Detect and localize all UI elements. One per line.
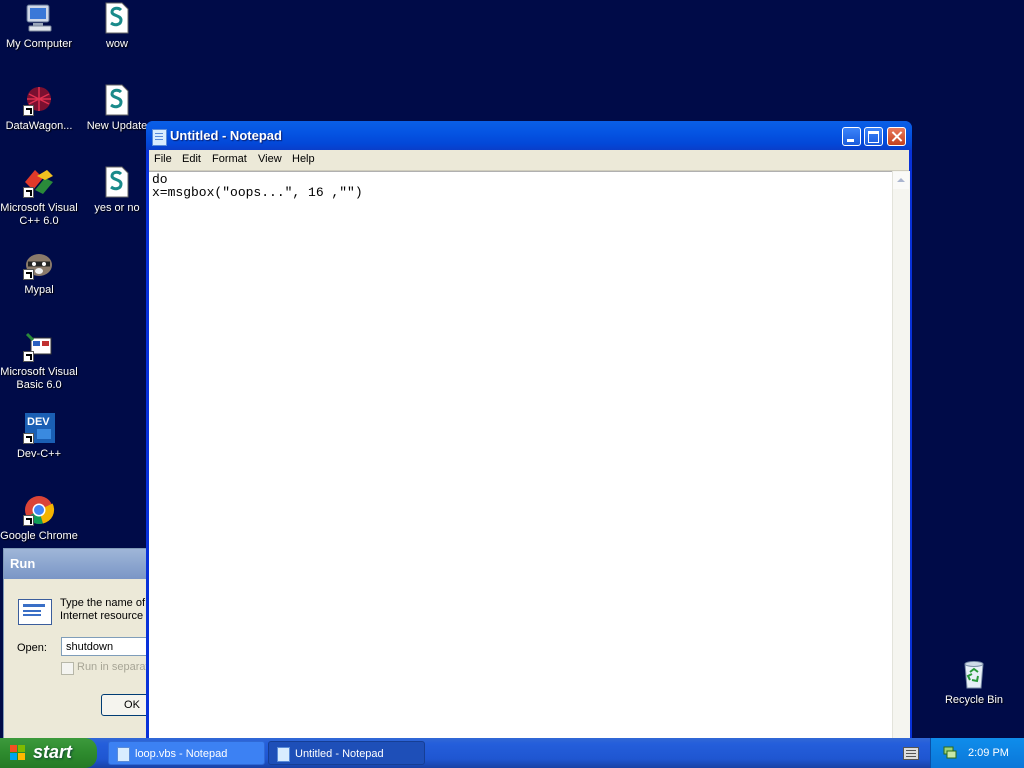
run-dialog-titlebar[interactable]: Run (4, 549, 154, 579)
devcpp-icon: DEV (23, 412, 55, 444)
run-separate-checkbox[interactable] (61, 662, 74, 675)
desktop-icon-label: Google Chrome (0, 530, 78, 542)
window-title: Untitled - Notepad (170, 128, 282, 143)
script-file-icon (101, 166, 133, 198)
desktop-icon-recycle-bin[interactable]: Recycle Bin (935, 658, 1013, 707)
scroll-up-arrow-icon[interactable] (893, 172, 909, 189)
menu-help[interactable]: Help (292, 153, 315, 165)
run-separate-label: Run in separat (77, 661, 149, 673)
run-program-icon (18, 599, 52, 625)
chrome-icon (23, 494, 55, 526)
shortcut-arrow-icon (23, 351, 34, 362)
desktop-icon-label: yes or no (94, 202, 140, 214)
desktop-icon-label: Microsoft Visual Basic 6.0 (0, 366, 78, 391)
desktop-icon-mypal[interactable]: Mypal (0, 248, 78, 297)
text-editor[interactable]: do x=msgbox("oops...", 16 ,"") (149, 171, 892, 742)
notepad-icon (277, 747, 290, 762)
mypal-raccoon-icon (23, 248, 55, 280)
desktop-icon-label: wow (105, 38, 128, 50)
desktop-icon-visual-cpp[interactable]: Microsoft Visual C++ 6.0 (0, 166, 78, 228)
open-input[interactable]: shutdown (61, 637, 156, 656)
desktop-icon-label: New Update (86, 120, 148, 132)
datawagon-icon (23, 84, 55, 116)
desktop-icon-label: Microsoft Visual C++ 6.0 (0, 202, 78, 227)
desktop-icon-google-chrome[interactable]: Google Chrome (0, 494, 78, 543)
desktop-icon-label: My Computer (5, 38, 73, 50)
notepad-client: File Edit Format View Help do x=msgbox("… (149, 150, 910, 742)
taskbar-item-label: loop.vbs - Notepad (135, 748, 228, 760)
notepad-window[interactable]: Untitled - Notepad File Edit Format View… (146, 121, 912, 742)
visual-cpp-icon (23, 166, 55, 198)
recycle-bin-icon (958, 658, 990, 690)
desktop-icon-wow[interactable]: wow (78, 2, 156, 51)
desktop-icon-label: Mypal (24, 284, 54, 296)
taskbar-item-loop-vbs[interactable]: loop.vbs - Notepad (108, 741, 265, 765)
windows-logo-icon (10, 745, 26, 761)
run-description-line: Internet resource (60, 610, 144, 622)
start-button[interactable]: start (0, 738, 97, 768)
shortcut-arrow-icon (23, 269, 34, 280)
menu-format[interactable]: Format (212, 153, 247, 165)
maximize-button[interactable] (864, 127, 883, 146)
start-label: start (33, 742, 73, 762)
notepad-titlebar[interactable]: Untitled - Notepad (146, 121, 912, 150)
shortcut-arrow-icon (23, 433, 34, 444)
minimize-button[interactable] (842, 127, 861, 146)
desktop-icon-label: Dev-C++ (16, 448, 62, 460)
network-icon[interactable] (943, 746, 957, 759)
taskbar-item-untitled-notepad[interactable]: Untitled - Notepad (268, 741, 425, 765)
taskbar-item-label: Untitled - Notepad (295, 748, 384, 760)
menu-file[interactable]: File (154, 153, 172, 165)
shortcut-arrow-icon (23, 187, 34, 198)
run-description-line: Type the name of (60, 597, 145, 609)
desktop-icon-visual-basic[interactable]: Microsoft Visual Basic 6.0 (0, 330, 78, 392)
taskbar: start loop.vbs - Notepad Untitled - Note… (0, 738, 1024, 768)
desktop-icon-datawagon[interactable]: DataWagon... (0, 84, 78, 133)
clock[interactable]: 2:09 PM (968, 747, 1009, 759)
menu-edit[interactable]: Edit (182, 153, 201, 165)
notepad-icon (117, 747, 130, 762)
run-dialog-title: Run (10, 556, 36, 571)
shortcut-arrow-icon (23, 515, 34, 526)
desktop-icon-label: DataWagon... (5, 120, 73, 132)
notepad-icon (152, 129, 167, 146)
svg-text:DEV: DEV (27, 416, 50, 428)
desktop-icon-my-computer[interactable]: My Computer (0, 2, 78, 51)
shortcut-arrow-icon (23, 105, 34, 116)
run-dialog-description: Type the name of Internet resource (60, 597, 152, 623)
menu-view[interactable]: View (258, 153, 282, 165)
desktop-icon-yes-or-no[interactable]: yes or no (78, 166, 156, 215)
system-tray: 2:09 PM (930, 738, 1024, 768)
visual-basic-icon (23, 330, 55, 362)
script-file-icon (101, 2, 133, 34)
desktop-icon-label: Recycle Bin (944, 694, 1004, 706)
desktop-icon-new-update[interactable]: New Update (78, 84, 156, 133)
desktop-icon-dev-cpp[interactable]: DEV Dev-C++ (0, 412, 78, 461)
run-dialog[interactable]: Run Type the name of Internet resource O… (3, 548, 163, 740)
script-file-icon (101, 84, 133, 116)
close-button[interactable] (887, 127, 906, 146)
menu-bar: File Edit Format View Help (149, 150, 909, 171)
editor-line: x=msgbox("oops...", 16 ,"") (152, 185, 363, 200)
keyboard-icon[interactable] (903, 747, 919, 760)
vertical-scrollbar[interactable] (892, 171, 910, 741)
open-label: Open: (17, 642, 47, 654)
my-computer-icon (23, 2, 55, 34)
